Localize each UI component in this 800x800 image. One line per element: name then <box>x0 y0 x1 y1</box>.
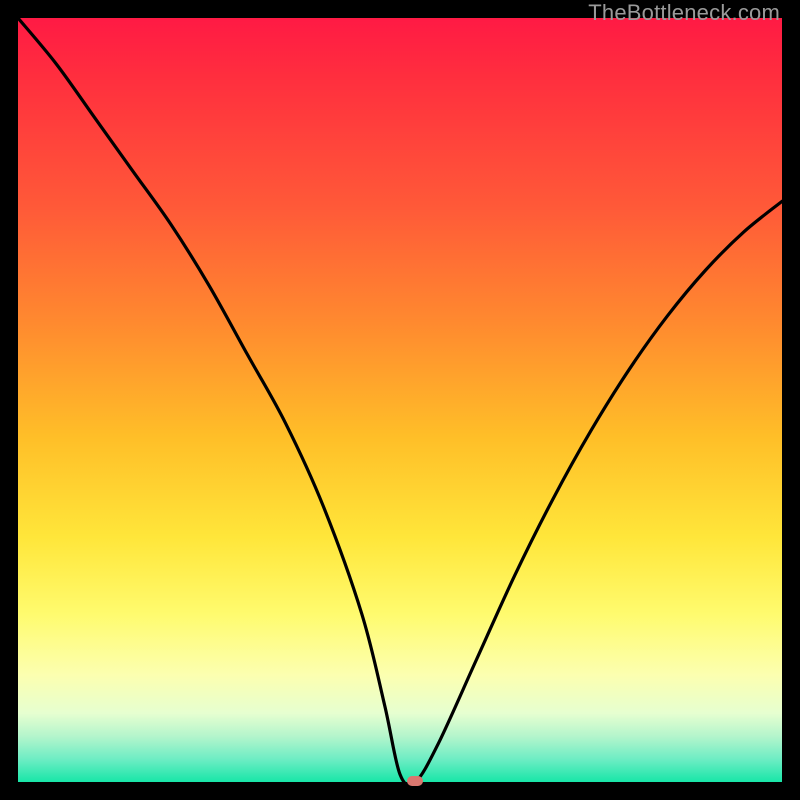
minimum-marker <box>407 776 423 786</box>
bottleneck-curve <box>18 18 782 782</box>
bottleneck-chart: TheBottleneck.com <box>0 0 800 800</box>
plot-area <box>18 18 782 782</box>
watermark-text: TheBottleneck.com <box>588 0 780 26</box>
